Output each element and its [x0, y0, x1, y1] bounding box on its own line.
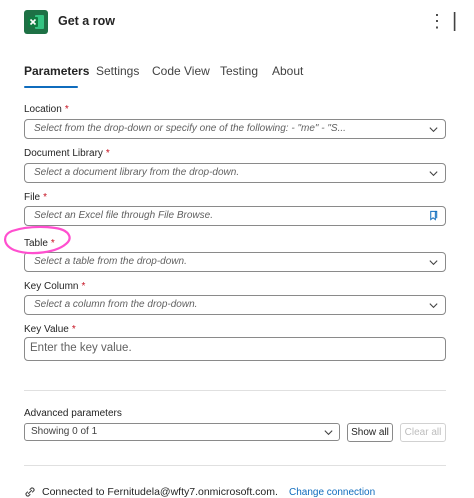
action-title: Get a row: [58, 14, 115, 28]
chevron-down-icon: [324, 430, 333, 436]
file-placeholder: Select an Excel file through File Browse…: [34, 210, 213, 221]
tab-code-view[interactable]: Code View: [152, 64, 210, 78]
key-value-label: Key Value *: [24, 324, 76, 335]
chevron-down-icon: [429, 303, 438, 309]
section-divider: [24, 390, 446, 391]
active-tab-indicator: [24, 86, 78, 88]
location-dropdown[interactable]: Select from the drop-down or specify one…: [24, 119, 446, 139]
show-all-button[interactable]: Show all: [347, 423, 393, 442]
connection-link-icon: [25, 487, 35, 497]
location-placeholder: Select from the drop-down or specify one…: [34, 123, 346, 134]
key-value-placeholder: Enter the key value.: [30, 342, 132, 354]
key-column-placeholder: Select a column from the drop-down.: [34, 299, 198, 310]
file-browse-icon[interactable]: [428, 210, 439, 221]
advanced-parameters-label: Advanced parameters: [24, 408, 122, 419]
chevron-down-icon: [429, 260, 438, 266]
chevron-down-icon: [429, 127, 438, 133]
file-picker[interactable]: Select an Excel file through File Browse…: [24, 206, 446, 226]
action-header: Get a row ⋮ |: [0, 0, 474, 46]
advanced-parameters-dropdown[interactable]: Showing 0 of 1: [24, 423, 340, 441]
document-library-label: Document Library *: [24, 148, 110, 159]
footer-divider: [24, 465, 446, 466]
panel-edge-icon[interactable]: |: [452, 10, 468, 32]
key-column-dropdown[interactable]: Select a column from the drop-down.: [24, 295, 446, 315]
tab-parameters[interactable]: Parameters: [24, 64, 89, 78]
more-options-icon[interactable]: ⋮: [428, 11, 446, 31]
connection-status-text: Connected to Fernitudela@wfty7.onmicroso…: [42, 486, 278, 498]
excel-icon: [24, 10, 48, 34]
tab-testing[interactable]: Testing: [220, 64, 258, 78]
advanced-selected-text: Showing 0 of 1: [31, 426, 98, 437]
document-library-dropdown[interactable]: Select a document library from the drop-…: [24, 163, 446, 183]
tab-about[interactable]: About: [272, 64, 303, 78]
file-label: File *: [24, 192, 48, 203]
key-column-label: Key Column *: [24, 281, 86, 292]
tab-settings[interactable]: Settings: [96, 64, 139, 78]
change-connection-link[interactable]: Change connection: [289, 487, 375, 498]
annotation-circle: [4, 225, 71, 255]
key-value-input[interactable]: Enter the key value.: [24, 337, 446, 361]
clear-all-button[interactable]: Clear all: [400, 423, 446, 442]
location-label: Location *: [24, 104, 69, 115]
document-library-placeholder: Select a document library from the drop-…: [34, 167, 240, 178]
chevron-down-icon: [429, 171, 438, 177]
table-dropdown[interactable]: Select a table from the drop-down.: [24, 252, 446, 272]
